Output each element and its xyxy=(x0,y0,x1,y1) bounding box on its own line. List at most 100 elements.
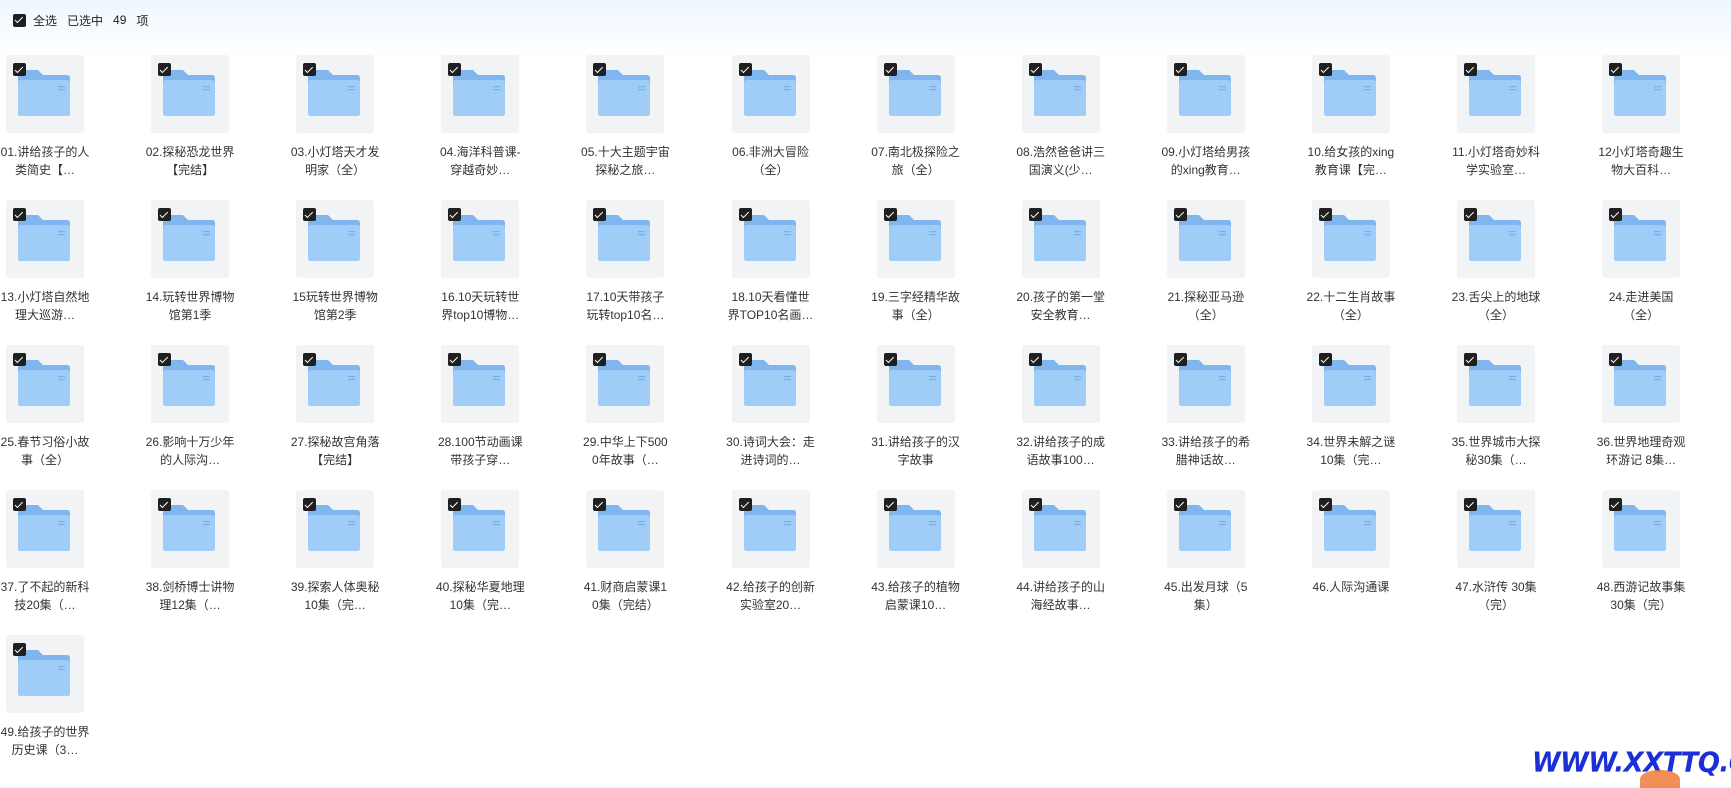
item-checkbox-icon[interactable] xyxy=(158,498,172,511)
item-checkbox-icon[interactable] xyxy=(738,208,752,221)
folder-item[interactable]: 44.讲给孩子的山海经故事… xyxy=(1016,490,1120,620)
folder-thumbnail[interactable] xyxy=(1457,490,1535,568)
item-checkbox-icon[interactable] xyxy=(1028,208,1042,221)
item-checkbox-icon[interactable] xyxy=(1173,353,1187,366)
folder-item[interactable]: 30.诗词大会：走进诗词的… xyxy=(726,345,830,475)
folder-item[interactable]: 27.探秘故宫角落【完结】 xyxy=(290,345,394,475)
folder-thumbnail[interactable] xyxy=(6,55,84,133)
folder-item[interactable]: 14.玩转世界博物馆第1季 xyxy=(145,200,249,330)
folder-item[interactable]: 11.小灯塔奇妙科学实验室… xyxy=(1451,55,1555,185)
folder-item[interactable]: 21.探秘亚马逊（全） xyxy=(1161,200,1265,330)
item-checkbox-icon[interactable] xyxy=(448,208,462,221)
item-checkbox-icon[interactable] xyxy=(1464,353,1477,366)
folder-thumbnail[interactable] xyxy=(731,345,810,423)
folder-thumbnail[interactable] xyxy=(1021,200,1100,278)
item-checkbox-icon[interactable] xyxy=(738,353,752,366)
folder-thumbnail[interactable] xyxy=(1021,490,1100,568)
folder-item[interactable]: 42.给孩子的创新实验室20… xyxy=(726,490,830,620)
folder-thumbnail[interactable] xyxy=(1021,345,1100,423)
item-checkbox-icon[interactable] xyxy=(303,498,317,511)
folder-item[interactable]: 49.给孩子的世界历史课（3… xyxy=(0,635,104,765)
item-checkbox-icon[interactable] xyxy=(1318,63,1332,76)
item-checkbox-icon[interactable] xyxy=(1028,63,1042,76)
folder-thumbnail[interactable] xyxy=(441,55,520,133)
folder-thumbnail[interactable] xyxy=(441,490,520,568)
folder-item[interactable]: 10.给女孩的xing教育课【完… xyxy=(1306,55,1410,185)
folder-thumbnail[interactable] xyxy=(6,635,84,713)
folder-item[interactable]: 33.讲给孩子的希腊神话故… xyxy=(1161,345,1265,475)
folder-item[interactable]: 46.人际沟通课 xyxy=(1306,490,1410,620)
folder-thumbnail[interactable] xyxy=(6,345,84,423)
folder-item[interactable]: 37.了不起的新科技20集（… xyxy=(0,490,104,620)
folder-thumbnail[interactable] xyxy=(151,55,230,133)
item-checkbox-icon[interactable] xyxy=(1318,353,1332,366)
folder-thumbnail[interactable] xyxy=(1602,345,1681,423)
folder-thumbnail[interactable] xyxy=(151,490,230,568)
folder-item[interactable]: 40.探秘华夏地理10集（完… xyxy=(435,490,539,620)
folder-item[interactable]: 39.探索人体奥秘10集（完… xyxy=(290,490,394,620)
item-checkbox-icon[interactable] xyxy=(1028,498,1042,511)
folder-thumbnail[interactable] xyxy=(586,55,665,133)
item-checkbox-icon[interactable] xyxy=(158,208,172,221)
item-checkbox-icon[interactable] xyxy=(1318,208,1332,221)
folder-thumbnail[interactable] xyxy=(586,200,665,278)
folder-thumbnail[interactable] xyxy=(731,55,810,133)
item-checkbox-icon[interactable] xyxy=(303,63,317,76)
item-checkbox-icon[interactable] xyxy=(1464,498,1477,511)
item-checkbox-icon[interactable] xyxy=(1173,498,1187,511)
folder-item[interactable]: 07.南北极探险之旅（全） xyxy=(871,55,975,185)
folder-item[interactable]: 06.非洲大冒险（全） xyxy=(726,55,830,185)
folder-thumbnail[interactable] xyxy=(731,200,810,278)
folder-thumbnail[interactable] xyxy=(876,490,955,568)
folder-item[interactable]: 16.10天玩转世界top10博物… xyxy=(435,200,539,330)
folder-item[interactable]: 45.出发月球（5集） xyxy=(1161,490,1265,620)
folder-thumbnail[interactable] xyxy=(876,200,955,278)
folder-item[interactable]: 04.海洋科普课-穿越奇妙… xyxy=(435,55,539,185)
folder-thumbnail[interactable] xyxy=(1166,200,1245,278)
item-checkbox-icon[interactable] xyxy=(883,208,897,221)
folder-item[interactable]: 28.100节动画课带孩子穿… xyxy=(435,345,539,475)
item-checkbox-icon[interactable] xyxy=(158,63,172,76)
folder-thumbnail[interactable] xyxy=(1021,55,1100,133)
folder-item[interactable]: 17.10天带孩子玩转top10名… xyxy=(580,200,684,330)
folder-thumbnail[interactable] xyxy=(586,490,665,568)
folder-thumbnail[interactable] xyxy=(731,490,810,568)
folder-thumbnail[interactable] xyxy=(1166,490,1245,568)
item-checkbox-icon[interactable] xyxy=(593,498,607,511)
folder-thumbnail[interactable] xyxy=(1457,55,1535,133)
folder-item[interactable]: 34.世界未解之谜10集（完… xyxy=(1306,345,1410,475)
folder-thumbnail[interactable] xyxy=(6,200,84,278)
folder-thumbnail[interactable] xyxy=(296,345,375,423)
item-checkbox-icon[interactable] xyxy=(448,353,462,366)
item-checkbox-icon[interactable] xyxy=(13,643,26,656)
folder-thumbnail[interactable] xyxy=(1602,55,1681,133)
item-checkbox-icon[interactable] xyxy=(1609,353,1623,366)
item-checkbox-icon[interactable] xyxy=(1609,208,1623,221)
folder-item[interactable]: 38.剑桥博士讲物理12集（… xyxy=(145,490,249,620)
folder-thumbnail[interactable] xyxy=(1311,490,1390,568)
item-checkbox-icon[interactable] xyxy=(303,353,317,366)
folder-thumbnail[interactable] xyxy=(151,200,230,278)
item-checkbox-icon[interactable] xyxy=(738,63,752,76)
folder-thumbnail[interactable] xyxy=(296,200,375,278)
folder-item[interactable]: 43.给孩子的植物启蒙课10… xyxy=(871,490,975,620)
folder-item[interactable]: 15玩转世界博物馆第2季 xyxy=(290,200,394,330)
folder-item[interactable]: 41.财商启蒙课10集（完结） xyxy=(580,490,684,620)
folder-item[interactable]: 19.三字经精华故事（全） xyxy=(871,200,975,330)
folder-item[interactable]: 31.讲给孩子的汉字故事 xyxy=(871,345,975,475)
folder-item[interactable]: 26.影响十万少年的人际沟… xyxy=(145,345,249,475)
item-checkbox-icon[interactable] xyxy=(883,353,897,366)
item-checkbox-icon[interactable] xyxy=(1464,63,1477,76)
folder-item[interactable]: 24.走进美国（全） xyxy=(1596,200,1700,330)
item-checkbox-icon[interactable] xyxy=(1318,498,1332,511)
folder-thumbnail[interactable] xyxy=(151,345,230,423)
folder-thumbnail[interactable] xyxy=(1166,345,1245,423)
folder-thumbnail[interactable] xyxy=(1602,200,1681,278)
folder-item[interactable]: 01.讲给孩子的人类简史【… xyxy=(0,55,104,185)
folder-item[interactable]: 48.西游记故事集 30集（完） xyxy=(1596,490,1700,620)
folder-thumbnail[interactable] xyxy=(876,345,955,423)
item-checkbox-icon[interactable] xyxy=(158,353,172,366)
item-checkbox-icon[interactable] xyxy=(593,63,607,76)
folder-thumbnail[interactable] xyxy=(876,55,955,133)
folder-item[interactable]: 47.水浒传 30集（完） xyxy=(1451,490,1555,620)
